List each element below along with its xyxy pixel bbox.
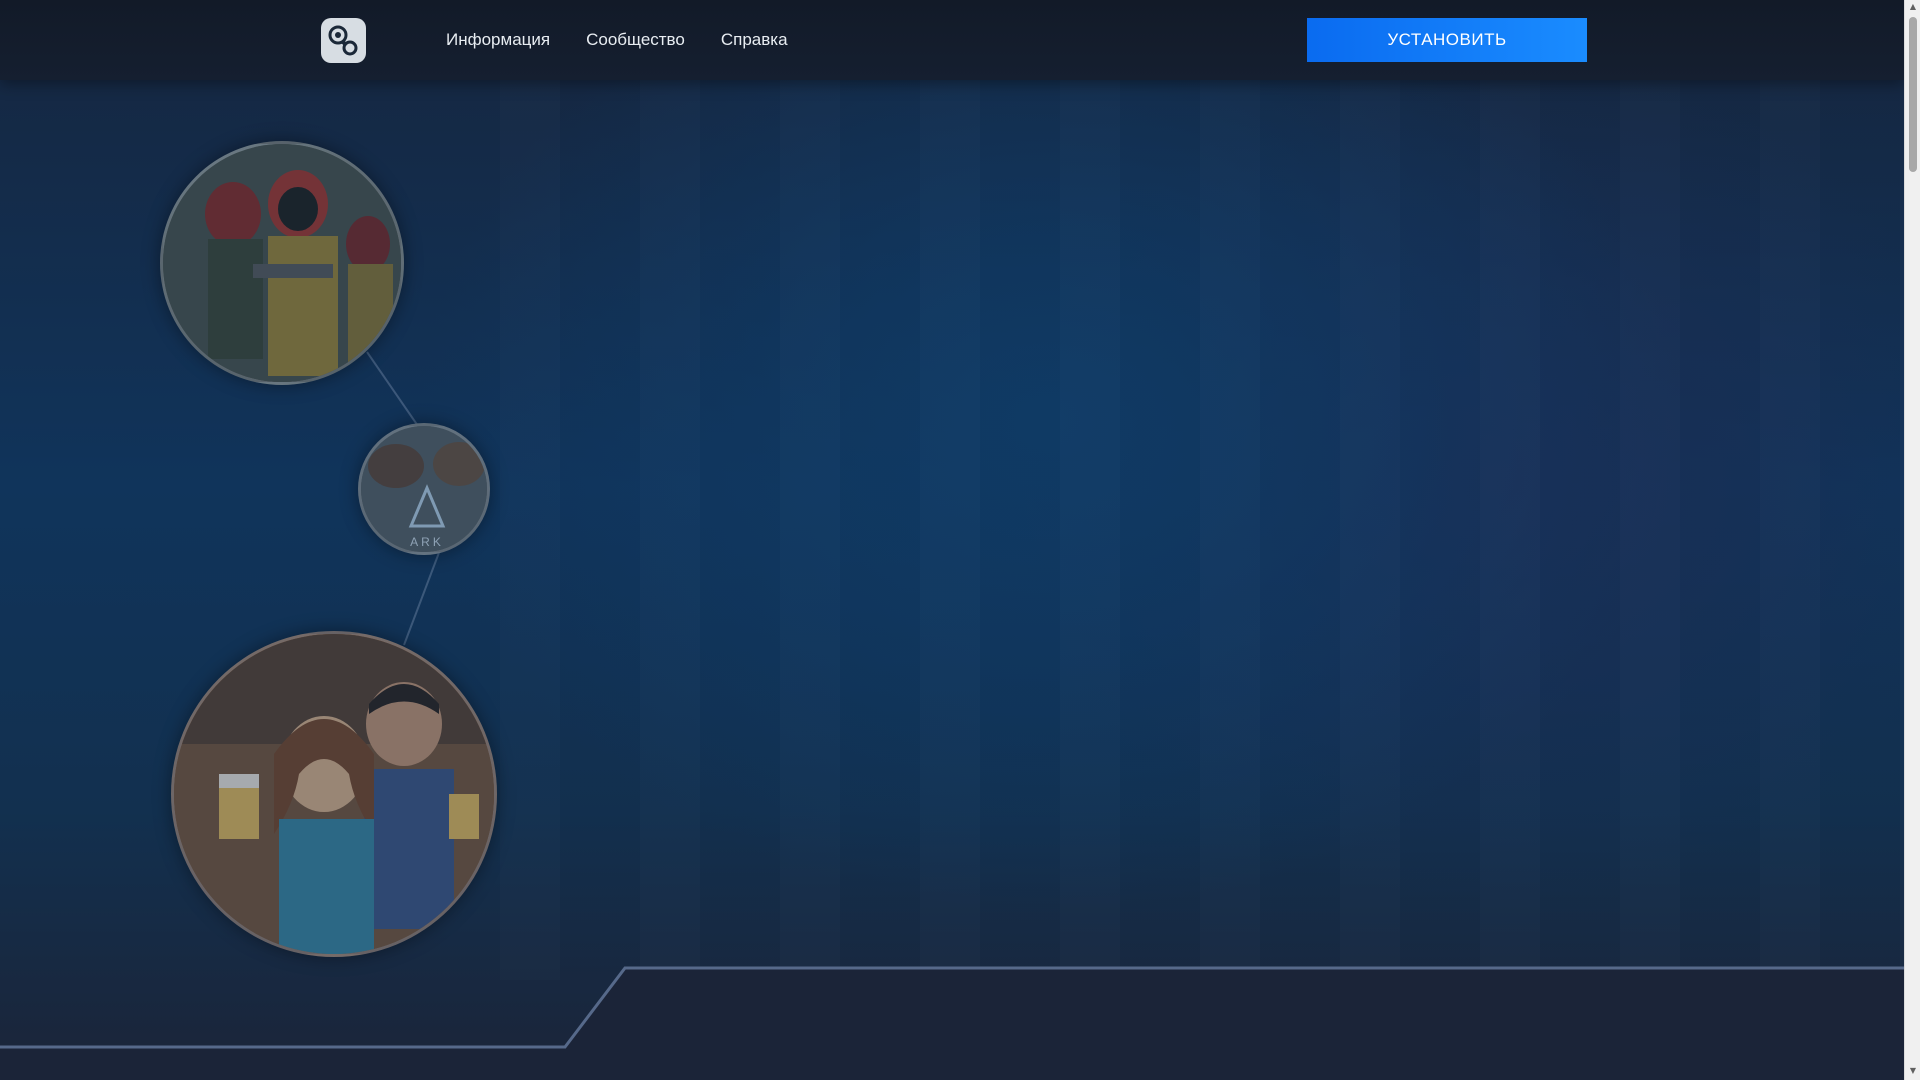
top-navigation-bar: Информация Сообщество Справка УСТАНОВИТЬ <box>0 0 1904 80</box>
scrollbar-thumb[interactable] <box>1909 17 1917 172</box>
game-art-ark-image[interactable]: ARK <box>358 423 490 555</box>
install-button[interactable]: УСТАНОВИТЬ <box>1307 18 1587 62</box>
steam-logo-icon[interactable] <box>321 18 366 63</box>
nav-item-info[interactable]: Информация <box>446 30 550 50</box>
bottom-section-divider <box>0 966 1904 1080</box>
background-streaks <box>500 80 1904 980</box>
page-background: Информация Сообщество Справка УСТАНОВИТЬ <box>0 0 1904 1080</box>
game-art-tavern-image[interactable] <box>171 631 497 957</box>
scroll-down-arrow-icon[interactable]: ▼ <box>1908 1066 1918 1076</box>
scroll-up-arrow-icon[interactable]: ▲ <box>1908 2 1918 12</box>
main-nav: Информация Сообщество Справка <box>446 30 788 50</box>
nav-item-community[interactable]: Сообщество <box>586 30 685 50</box>
page-scrollbar[interactable]: ▲ ▼ <box>1904 0 1920 1080</box>
nav-item-help[interactable]: Справка <box>721 30 788 50</box>
game-art-soldiers-image[interactable] <box>160 141 404 385</box>
